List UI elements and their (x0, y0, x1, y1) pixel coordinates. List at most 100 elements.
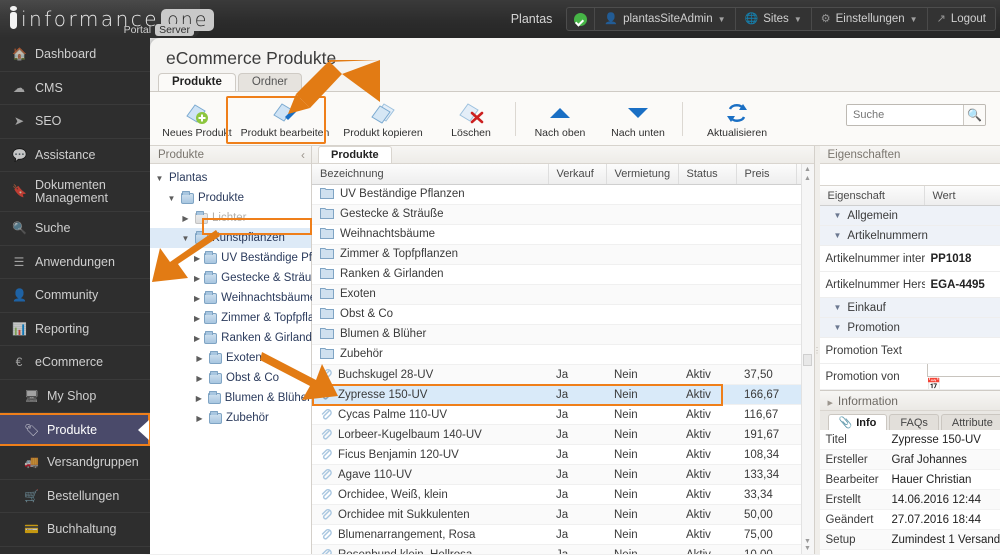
table-row[interactable]: Cycas Palme 110-UVJaNeinAktiv116,67 (312, 405, 813, 425)
table-row[interactable]: Blumenarrangement, RosaJaNeinAktiv75,00 (312, 525, 813, 545)
sidebar-item-dashboard[interactable]: 🏠 Dashboard (0, 38, 150, 72)
property-group-allgemein[interactable]: ▼ Allgemein (820, 206, 1000, 226)
property-group-promotion[interactable]: ▼ Promotion (820, 318, 1000, 338)
tab-ordner[interactable]: Ordner (238, 73, 302, 92)
copy-product-button[interactable]: Produkt kopieren (334, 98, 432, 139)
chevron-right-icon[interactable]: ▶ (194, 414, 205, 423)
delete-button[interactable]: Löschen (432, 98, 510, 139)
table-row[interactable]: Ficus Benjamin 120-UVJaNeinAktiv108,34 (312, 445, 813, 465)
table-row[interactable]: Buchskugel 28-UVJaNeinAktiv37,50 (312, 365, 813, 385)
property-group-einkauf[interactable]: ▼ Einkauf (820, 298, 1000, 318)
table-row[interactable]: Lorbeer-Kugelbaum 140-UVJaNeinAktiv191,6… (312, 425, 813, 445)
sidebar-item-buchhaltung[interactable]: 💳 Buchhaltung (0, 513, 150, 547)
tab-produkte[interactable]: Produkte (158, 73, 236, 92)
settings-menu[interactable]: ⚙ Einstellungen ▼ (812, 8, 928, 30)
app-logo[interactable]: informanceone Portal Server (0, 0, 200, 38)
tree-node-zubehoer[interactable]: ▶ Zubehör (150, 408, 311, 428)
scroll-top-icon[interactable]: ▲ (804, 166, 811, 173)
new-product-button[interactable]: Neues Produkt (158, 98, 236, 139)
grid-tab-produkte[interactable]: Produkte (318, 146, 392, 163)
tree-node-uv-bestaendige-pflanzen[interactable]: ▶ UV Beständige Pflanzen (150, 248, 311, 268)
table-row[interactable]: Orchidee, Weiß, kleinJaNeinAktiv33,34 (312, 485, 813, 505)
column-header-wert[interactable]: Wert (925, 186, 1000, 205)
table-row-selected[interactable]: Zypresse 150-UVJaNeinAktiv166,67 (312, 385, 813, 405)
table-row[interactable]: Orchidee mit SukkulentenJaNeinAktiv50,00 (312, 505, 813, 525)
column-header-eigenschaft[interactable]: Eigenschaft (820, 186, 925, 205)
tree-node-gestecke-straeusse[interactable]: ▶ Gestecke & Sträuße (150, 268, 311, 288)
sidebar-item-seo[interactable]: ➤ SEO (0, 105, 150, 139)
properties-search-input[interactable] (820, 164, 1000, 185)
table-row[interactable]: Rosenbund klein, HellrosaJaNeinAktiv10,0… (312, 545, 813, 555)
tab-faqs[interactable]: FAQs (889, 414, 939, 430)
user-menu[interactable]: 👤 plantasSiteAdmin ▼ (595, 8, 735, 30)
table-row[interactable]: Zimmer & Topfpflanzen (312, 245, 813, 265)
chevron-down-icon[interactable]: ▼ (154, 174, 165, 183)
tree-node-kunstpflanzen[interactable]: ▼ Kunstpflanzen (150, 228, 311, 248)
chevron-right-icon[interactable]: ▶ (194, 354, 205, 363)
sidebar-item-suche[interactable]: 🔍 Suche (0, 212, 150, 246)
column-header-preis[interactable]: Preis (736, 164, 796, 185)
tree-node-ranken-girlanden[interactable]: ▶ Ranken & Girlanden (150, 328, 311, 348)
tree-node-weihnachtsbaeume[interactable]: ▶ Weihnachtsbäume (150, 288, 311, 308)
table-row[interactable]: Blumen & Blüher (312, 325, 813, 345)
sidebar-item-my-shop[interactable]: 🖥 My Shop (0, 380, 150, 414)
scroll-down-icon[interactable]: ▼ (804, 538, 811, 545)
property-group-artikelnummern[interactable]: ▼ Artikelnummern (820, 226, 1000, 246)
table-row[interactable]: Gestecke & Sträuße (312, 205, 813, 225)
promotion-date-input[interactable] (927, 364, 1000, 377)
tree-node-lichter[interactable]: ▶ Lichter (150, 208, 311, 228)
sidebar-item-community[interactable]: 👤 Community (0, 279, 150, 313)
column-header-vermietung[interactable]: Vermietung (606, 164, 678, 185)
chevron-right-icon[interactable]: ▶ (194, 334, 200, 343)
tree-node-zimmer-topfpflanzen[interactable]: ▶ Zimmer & Topfpflanzen (150, 308, 311, 328)
chevron-right-icon[interactable]: ▶ (194, 394, 204, 403)
tree-node-obst-co[interactable]: ▶ Obst & Co (150, 368, 311, 388)
scroll-up-icon[interactable]: ▲ (804, 175, 811, 182)
property-row-promotion-text[interactable]: Promotion Text ✎ (820, 338, 1000, 364)
tab-attribute[interactable]: Attribute (941, 414, 1000, 430)
chevron-right-icon[interactable]: ▶ (194, 254, 200, 263)
move-up-button[interactable]: Nach oben (521, 98, 599, 139)
status-indicator[interactable] (567, 8, 595, 30)
sidebar-item-dokumenten-management[interactable]: 🔖 Dokumenten Management (0, 172, 150, 212)
chevron-down-icon[interactable]: ▼ (166, 194, 177, 203)
sidebar-item-bestellungen[interactable]: 🛒 Bestellungen (0, 480, 150, 514)
refresh-button[interactable]: Aktualisieren (688, 98, 786, 139)
chevron-right-icon[interactable]: ▶ (180, 214, 191, 223)
chevron-down-icon[interactable]: ▼ (180, 234, 191, 243)
property-row-artikelnummer-hersteller[interactable]: Artikelnummer Hersteller EGA-4495 ✎ (820, 272, 1000, 298)
toolbar-search[interactable]: 🔍 (846, 104, 986, 126)
chevron-right-icon[interactable]: ▶ (194, 314, 200, 323)
table-row[interactable]: Exoten (312, 285, 813, 305)
column-header-bezeichnung[interactable]: Bezeichnung (312, 164, 548, 185)
sidebar-item-cms[interactable]: ☁ CMS (0, 72, 150, 106)
sidebar-item-assistance[interactable]: 💬 Assistance (0, 139, 150, 173)
property-row-promotion-von[interactable]: Promotion von 📅 ✎ (820, 364, 1000, 390)
sidebar-item-versandgruppen[interactable]: 🚚 Versandgruppen (0, 446, 150, 480)
chevron-right-icon[interactable]: ▶ (194, 274, 200, 283)
grid-scrollbar[interactable]: ▲ ▲ ▼ ▼ (801, 164, 814, 554)
collapse-left-icon[interactable]: ‹ (301, 148, 305, 162)
chevron-right-icon[interactable]: ▶ (194, 294, 200, 303)
sidebar-item-produkte[interactable]: 🏷 Produkte (0, 413, 150, 446)
sidebar-item-ecommerce[interactable]: € eCommerce (0, 346, 150, 380)
table-row[interactable]: UV Beständige Pflanzen (312, 185, 813, 205)
move-down-button[interactable]: Nach unten (599, 98, 677, 139)
chevron-right-icon[interactable]: ▶ (828, 400, 833, 407)
table-row[interactable]: Weihnachtsbäume (312, 225, 813, 245)
edit-product-button[interactable]: Produkt bearbeiten (236, 98, 334, 139)
calendar-icon[interactable]: 📅 (927, 379, 941, 390)
table-row[interactable]: Ranken & Girlanden (312, 265, 813, 285)
tree-node-produkte[interactable]: ▼ Produkte (150, 188, 311, 208)
scrollbar-thumb[interactable] (803, 354, 812, 366)
sidebar-item-anwendungen[interactable]: ☰ Anwendungen (0, 246, 150, 280)
logout-button[interactable]: ↗ Logout (928, 8, 995, 30)
search-icon[interactable]: 🔍 (963, 105, 985, 125)
table-row[interactable]: Zubehör (312, 345, 813, 365)
search-input[interactable] (847, 105, 963, 125)
column-header-status[interactable]: Status (678, 164, 736, 185)
property-row-artikelnummer-intern[interactable]: Artikelnummer intern PP1018 ✎ (820, 246, 1000, 272)
sites-menu[interactable]: 🌐 Sites ▼ (736, 8, 812, 30)
table-row[interactable]: Agave 110-UVJaNeinAktiv133,34 (312, 465, 813, 485)
properties-search[interactable]: 🔍 (820, 164, 1000, 186)
